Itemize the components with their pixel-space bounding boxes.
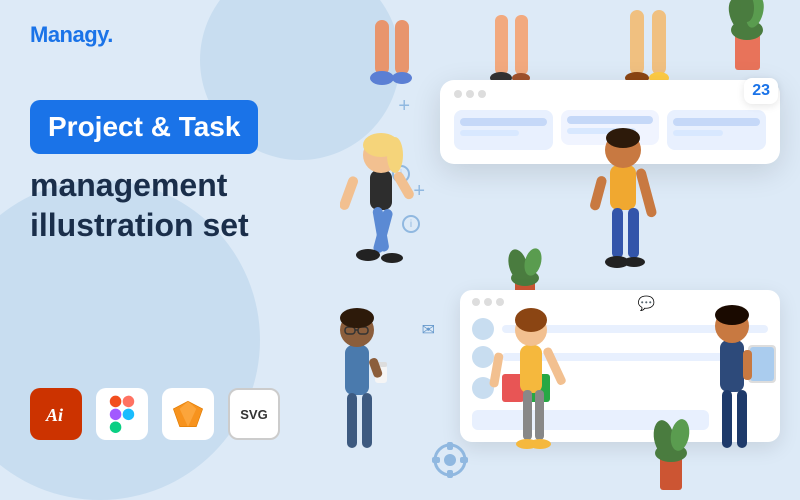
svg-format-icon: SVG [228, 388, 280, 440]
browser-dot-1 [454, 90, 462, 98]
browser-dot-3 [478, 90, 486, 98]
browser-dot-2 [466, 90, 474, 98]
left-content: Project & Task management illustration s… [30, 100, 370, 244]
right-area: + + i i [340, 0, 800, 500]
characters-top [340, 0, 800, 85]
ai-icon: Ai [30, 388, 82, 440]
logo: Managy. [30, 22, 113, 48]
calendar-badge: 23 [744, 78, 778, 104]
title-line3: illustration set [30, 206, 370, 244]
title-badge: Project & Task [30, 100, 258, 154]
sketch-icon [162, 388, 214, 440]
browser-bar-top [450, 90, 770, 98]
title-line2: management [30, 166, 370, 204]
figma-icon [96, 388, 148, 440]
svg-text:Ai: Ai [45, 405, 63, 425]
format-icons-group: Ai SVG [30, 388, 280, 440]
browser-dots [454, 90, 486, 98]
characters-bottom [340, 290, 800, 500]
